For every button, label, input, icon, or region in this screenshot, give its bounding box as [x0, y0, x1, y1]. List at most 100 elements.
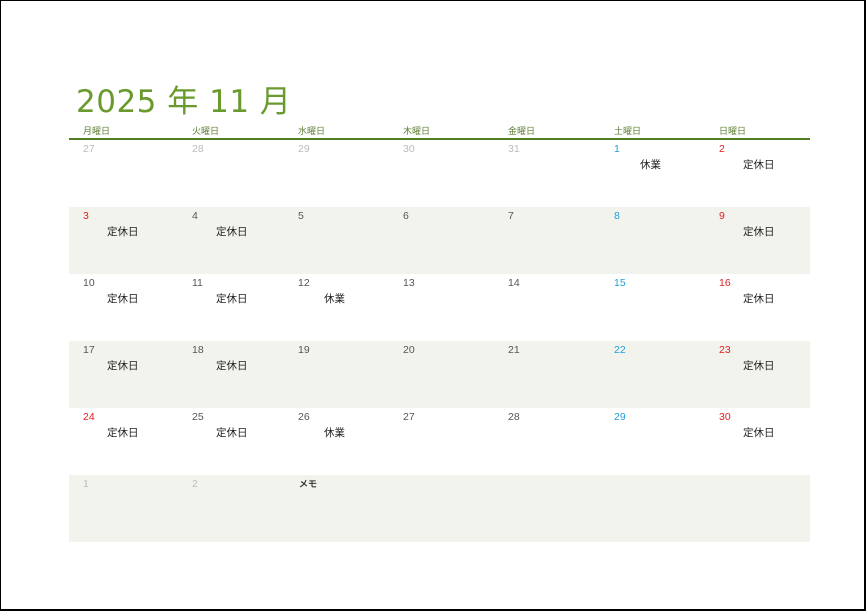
day-cell[interactable]: 23 定休日	[705, 341, 810, 408]
day-number: 29	[298, 143, 310, 155]
day-number: 3	[83, 210, 89, 222]
weekday-thu: 木曜日	[403, 126, 431, 136]
weekday-sat: 土曜日	[614, 126, 642, 136]
weekday-wed: 水曜日	[298, 126, 326, 136]
day-cell[interactable]: 25 定休日	[178, 408, 283, 475]
day-number: 29	[614, 411, 626, 423]
day-cell[interactable]: 28	[178, 140, 283, 207]
weekday-tue: 火曜日	[192, 126, 220, 136]
day-cell[interactable]: 19	[284, 341, 389, 408]
day-number: 8	[614, 210, 620, 222]
day-number: 23	[719, 344, 731, 356]
day-number: 5	[298, 210, 304, 222]
day-cell[interactable]: 8	[600, 207, 705, 274]
day-cell[interactable]: 30 定休日	[705, 408, 810, 475]
day-note: 定休日	[743, 159, 775, 171]
day-cell[interactable]: 27	[69, 140, 174, 207]
day-number: 17	[83, 344, 95, 356]
calendar-title: 2025 年 11 月	[76, 84, 292, 120]
calendar-grid: 27 28 29 30 31 1 休業 2 定休日 3 定休日 4 定休日 5 6 7 8 9 定休日 10 定休日…	[69, 140, 810, 542]
day-cell[interactable]: 4 定休日	[178, 207, 283, 274]
day-cell[interactable]: 2	[178, 475, 283, 542]
day-number: 30	[719, 411, 731, 423]
day-number: 18	[192, 344, 204, 356]
day-note: 定休日	[216, 226, 248, 238]
day-note: 休業	[324, 427, 345, 439]
day-cell[interactable]: 29	[284, 140, 389, 207]
day-number: 13	[403, 277, 415, 289]
day-cell[interactable]: 6	[389, 207, 494, 274]
day-cell[interactable]: 27	[389, 408, 494, 475]
day-number: 27	[83, 143, 95, 155]
day-number: 28	[192, 143, 204, 155]
day-number: 26	[298, 411, 310, 423]
day-number: 15	[614, 277, 626, 289]
day-cell[interactable]: 10 定休日	[69, 274, 174, 341]
day-note: 定休日	[743, 293, 775, 305]
week-row-3: 10 定休日 11 定休日 12 休業 13 14 15 16 定休日	[69, 274, 810, 341]
day-cell[interactable]: 17 定休日	[69, 341, 174, 408]
day-cell[interactable]: 11 定休日	[178, 274, 283, 341]
day-number: 2	[192, 478, 198, 490]
day-cell[interactable]: 1	[69, 475, 174, 542]
week-row-5: 24 定休日 25 定休日 26 休業 27 28 29 30 定休日	[69, 408, 810, 475]
day-number: 27	[403, 411, 415, 423]
day-cell[interactable]: 7	[494, 207, 599, 274]
day-note: 定休日	[216, 427, 248, 439]
day-note: 定休日	[743, 427, 775, 439]
day-note: 定休日	[743, 360, 775, 372]
day-cell[interactable]: 9 定休日	[705, 207, 810, 274]
day-number: 4	[192, 210, 198, 222]
day-cell[interactable]: 24 定休日	[69, 408, 174, 475]
day-number: 11	[192, 277, 203, 289]
day-cell[interactable]: 13	[389, 274, 494, 341]
day-number: 21	[508, 344, 520, 356]
day-number: 25	[192, 411, 204, 423]
day-number: 14	[508, 277, 520, 289]
day-number: 10	[83, 277, 95, 289]
day-cell[interactable]: 5	[284, 207, 389, 274]
day-note: 定休日	[216, 293, 248, 305]
day-cell[interactable]: 1 休業	[600, 140, 705, 207]
day-cell[interactable]: 30	[389, 140, 494, 207]
day-cell[interactable]: 14	[494, 274, 599, 341]
day-cell[interactable]: 28	[494, 408, 599, 475]
day-number: 6	[403, 210, 409, 222]
weekday-mon: 月曜日	[83, 126, 111, 136]
day-number: 12	[298, 277, 310, 289]
day-note: 定休日	[107, 427, 139, 439]
day-cell[interactable]: 21	[494, 341, 599, 408]
day-cell[interactable]: 29	[600, 408, 705, 475]
day-number: 2	[719, 143, 725, 155]
day-cell[interactable]: 31	[494, 140, 599, 207]
weekday-sun: 日曜日	[719, 126, 747, 136]
week-row-2: 3 定休日 4 定休日 5 6 7 8 9 定休日	[69, 207, 810, 274]
week-row-1: 27 28 29 30 31 1 休業 2 定休日	[69, 140, 810, 207]
day-number: 22	[614, 344, 626, 356]
day-cell[interactable]: 2 定休日	[705, 140, 810, 207]
day-cell[interactable]: 20	[389, 341, 494, 408]
weekday-header: 月曜日 火曜日 水曜日 木曜日 金曜日 土曜日 日曜日	[69, 122, 810, 140]
day-number: 19	[298, 344, 310, 356]
day-cell[interactable]: 12 休業	[284, 274, 389, 341]
day-cell[interactable]: 15	[600, 274, 705, 341]
week-row-4: 17 定休日 18 定休日 19 20 21 22 23 定休日	[69, 341, 810, 408]
memo-label: メモ	[299, 480, 318, 490]
day-cell[interactable]: 16 定休日	[705, 274, 810, 341]
day-cell[interactable]: 22	[600, 341, 705, 408]
day-number: 24	[83, 411, 95, 423]
day-note: 定休日	[743, 226, 775, 238]
day-cell[interactable]: 26 休業	[284, 408, 389, 475]
day-number: 16	[719, 277, 731, 289]
day-number: 30	[403, 143, 415, 155]
day-note: 休業	[640, 159, 661, 171]
day-number: 1	[614, 143, 620, 155]
day-number: 7	[508, 210, 514, 222]
day-number: 31	[508, 143, 520, 155]
day-note: 定休日	[107, 360, 139, 372]
day-note: 休業	[324, 293, 345, 305]
day-number: 20	[403, 344, 415, 356]
day-cell[interactable]: 3 定休日	[69, 207, 174, 274]
day-cell[interactable]: 18 定休日	[178, 341, 283, 408]
day-note: 定休日	[216, 360, 248, 372]
